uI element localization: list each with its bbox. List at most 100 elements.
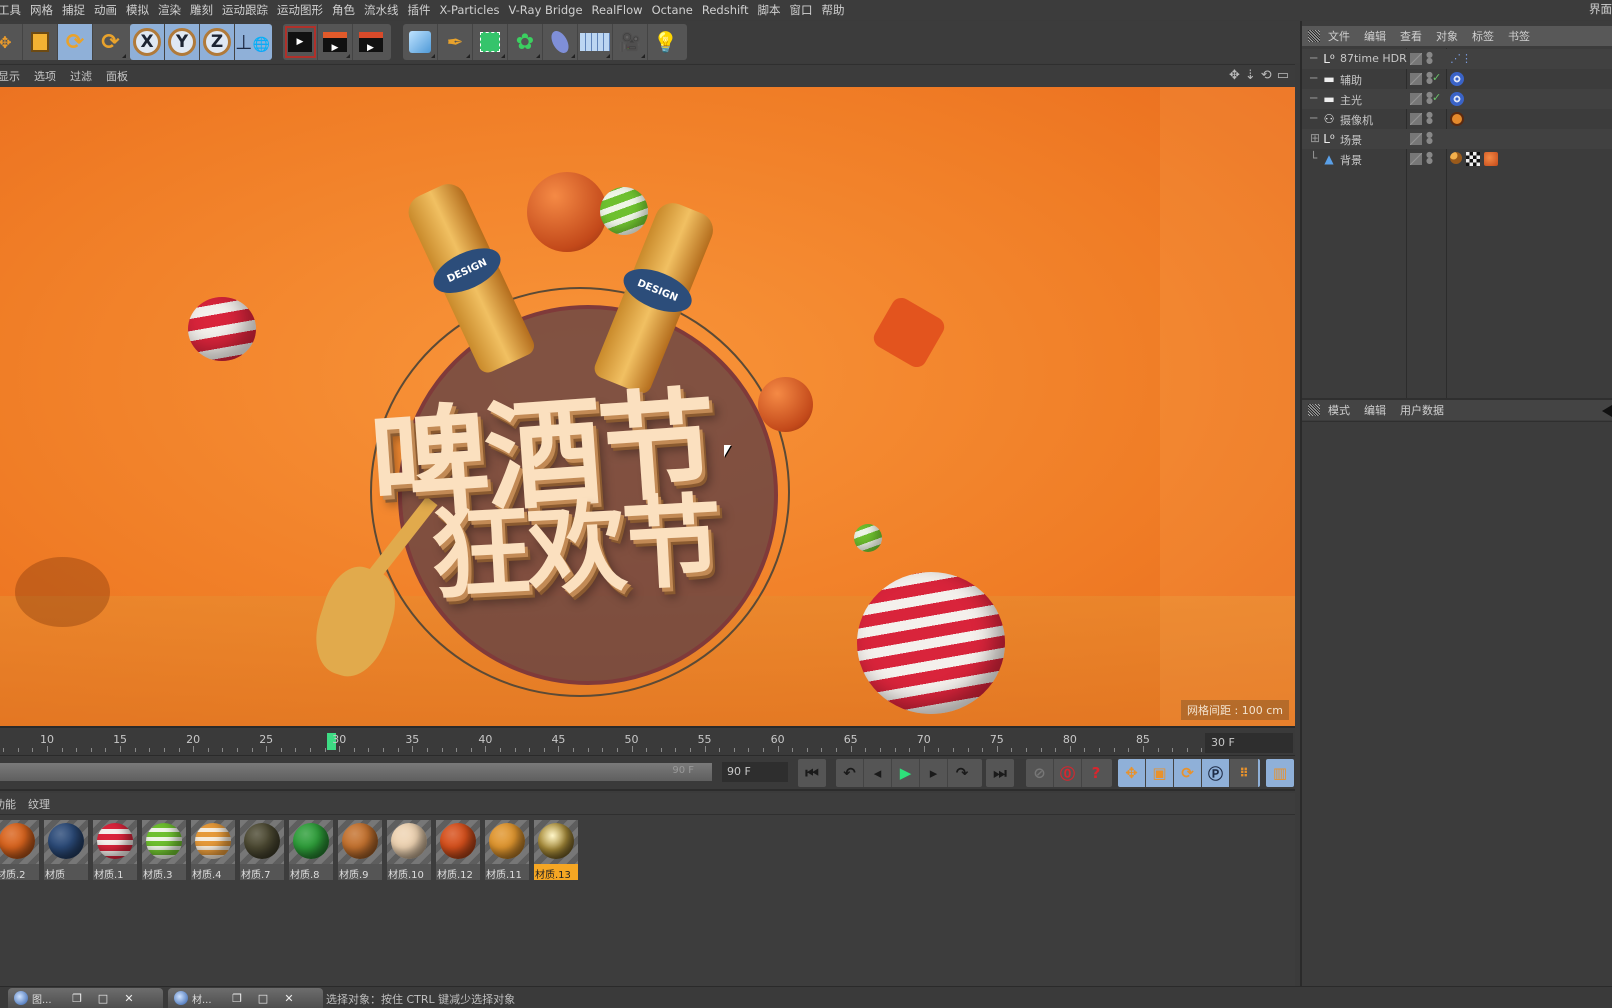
subdivision-button[interactable] bbox=[473, 24, 508, 60]
play-button[interactable]: ▶ bbox=[892, 759, 920, 787]
object-row[interactable]: ─ ▬ 主光 ● ● ✓ bbox=[1302, 89, 1612, 109]
object-name[interactable]: 摄像机 bbox=[1340, 112, 1373, 128]
enabled-check-icon[interactable]: ✓ bbox=[1432, 91, 1441, 104]
menu-pipeline[interactable]: 流水线 bbox=[364, 2, 408, 18]
timeline-ruler[interactable]: 1015202530354045505560657075808590 30 F bbox=[0, 730, 1295, 756]
object-name[interactable]: 辅助 bbox=[1340, 72, 1362, 88]
key-rotation-button[interactable]: ⟳ bbox=[1174, 759, 1202, 787]
enabled-check-icon[interactable]: ✓ bbox=[1432, 71, 1441, 84]
viewport-menu-panel[interactable]: 面板 bbox=[106, 68, 128, 84]
menu-sculpt[interactable]: 雕刻 bbox=[190, 2, 222, 18]
maximize-icon[interactable]: □ bbox=[90, 992, 116, 1005]
layout-label[interactable]: 界面 bbox=[1589, 1, 1612, 17]
material-swatch[interactable]: 材质.13 bbox=[534, 820, 578, 880]
om-menu-bookmarks[interactable]: 书签 bbox=[1508, 28, 1530, 44]
rotate-tool-button[interactable]: ⟳ bbox=[58, 24, 93, 60]
visibility-dots-icon[interactable]: ● ● bbox=[1426, 131, 1433, 145]
noproto-tag-icon[interactable] bbox=[1450, 112, 1464, 126]
maximize-view-icon[interactable]: ▭ bbox=[1277, 68, 1289, 83]
range-end-field[interactable]: 90 F bbox=[722, 762, 788, 782]
menu-realflow[interactable]: RealFlow bbox=[592, 3, 652, 17]
maximize-icon[interactable]: □ bbox=[250, 992, 276, 1005]
minimized-window-2[interactable]: 材... ❐ □ ✕ bbox=[168, 988, 323, 1008]
pen-button[interactable]: ✒ bbox=[438, 24, 473, 60]
layer-icon[interactable] bbox=[1410, 73, 1422, 85]
menu-simulate[interactable]: 模拟 bbox=[126, 2, 158, 18]
menu-animate[interactable]: 动画 bbox=[94, 2, 126, 18]
viewport-menu-options[interactable]: 选项 bbox=[34, 68, 56, 84]
menu-script[interactable]: 脚本 bbox=[758, 2, 790, 18]
world-coords-button[interactable]: ⊥🌐 bbox=[235, 24, 270, 60]
material-swatch[interactable]: 材质.4 bbox=[191, 820, 235, 880]
material-swatch[interactable]: 材质.8 bbox=[289, 820, 333, 880]
menu-help[interactable]: 帮助 bbox=[822, 2, 854, 18]
prev-key-button[interactable]: ↶ bbox=[836, 759, 864, 787]
close-icon[interactable]: ✕ bbox=[276, 992, 302, 1005]
cube-button[interactable] bbox=[403, 24, 438, 60]
minimized-window-1[interactable]: 图... ❐ □ ✕ bbox=[8, 988, 163, 1008]
object-name[interactable]: 87time HDR bbox=[1340, 52, 1407, 65]
object-name[interactable]: 场景 bbox=[1340, 132, 1362, 148]
menu-plugins[interactable]: 插件 bbox=[408, 2, 440, 18]
material-menu-texture[interactable]: 纹理 bbox=[28, 796, 50, 812]
panel-grip-icon[interactable] bbox=[1308, 30, 1320, 42]
menu-snap[interactable]: 捕捉 bbox=[62, 2, 94, 18]
y-axis-button[interactable]: Y bbox=[165, 24, 200, 60]
next-key-button[interactable]: ↷ bbox=[948, 759, 976, 787]
material-swatch[interactable]: 材质 bbox=[44, 820, 88, 880]
menu-window[interactable]: 窗口 bbox=[790, 2, 822, 18]
render-view-button[interactable]: ▶ bbox=[283, 24, 318, 60]
3d-viewport[interactable]: DESIGN DESIGN 啤酒节 狂欢节 网格间距 : 100 cm bbox=[0, 87, 1295, 728]
prev-frame-button[interactable]: ◂ bbox=[864, 759, 892, 787]
cloner-button[interactable]: ✿ bbox=[508, 24, 543, 60]
material-menu-function[interactable]: 功能 bbox=[0, 796, 16, 812]
rotate-alt-tool-button[interactable]: ⟳ bbox=[93, 24, 128, 60]
layer-icon[interactable] bbox=[1410, 133, 1422, 145]
menu-x-particles[interactable]: X-Particles bbox=[440, 3, 509, 17]
back-arrow-icon[interactable] bbox=[1602, 405, 1612, 417]
menu-octane[interactable]: Octane bbox=[652, 3, 702, 17]
material-swatch[interactable]: 材质.9 bbox=[338, 820, 382, 880]
visibility-dots-icon[interactable]: ● ● bbox=[1426, 111, 1433, 125]
xpresso-tag-icon[interactable]: ⋰⋮ bbox=[1450, 52, 1472, 66]
attr-menu-mode[interactable]: 模式 bbox=[1328, 402, 1350, 418]
layer-icon[interactable] bbox=[1410, 113, 1422, 125]
material-swatch[interactable]: 材质.2 bbox=[0, 820, 39, 880]
object-row[interactable]: ─ ⚇ 摄像机 ● ● bbox=[1302, 109, 1612, 129]
frame-range-slider[interactable]: 90 F bbox=[0, 763, 712, 781]
viewport-menu-filter[interactable]: 过滤 bbox=[70, 68, 92, 84]
object-row[interactable]: └ ▲ 背景 ● ● bbox=[1302, 149, 1612, 169]
z-axis-button[interactable]: Z bbox=[200, 24, 235, 60]
next-frame-button[interactable]: ▸ bbox=[920, 759, 948, 787]
menu-mograph[interactable]: 运动图形 bbox=[277, 2, 332, 18]
om-menu-tags[interactable]: 标签 bbox=[1472, 28, 1494, 44]
panel-grip-icon[interactable] bbox=[1308, 404, 1320, 416]
om-menu-edit[interactable]: 编辑 bbox=[1364, 28, 1386, 44]
move-tool-button[interactable]: ✥ bbox=[0, 24, 23, 60]
attr-menu-user-data[interactable]: 用户数据 bbox=[1400, 402, 1444, 418]
menu-mesh[interactable]: 网格 bbox=[30, 2, 62, 18]
viewport-menu-display[interactable]: 显示 bbox=[0, 68, 20, 84]
visibility-dots-icon[interactable]: ● ● bbox=[1426, 51, 1433, 65]
om-menu-objects[interactable]: 对象 bbox=[1436, 28, 1458, 44]
menu-render[interactable]: 渲染 bbox=[158, 2, 190, 18]
record-active-button[interactable]: ⊘ bbox=[1026, 759, 1054, 787]
go-to-end-button[interactable]: ⏭ bbox=[986, 759, 1014, 787]
object-row[interactable]: ─ L⁰ 87time HDR ● ● ⋰⋮ bbox=[1302, 49, 1612, 69]
render-settings-button[interactable]: ▶ bbox=[353, 24, 388, 60]
target-tag-icon[interactable] bbox=[1450, 72, 1464, 86]
visibility-dots-icon[interactable]: ● ● bbox=[1426, 91, 1433, 105]
menu-character[interactable]: 角色 bbox=[332, 2, 364, 18]
camera-button[interactable]: 🎥 bbox=[613, 24, 648, 60]
material-swatch[interactable]: 材质.10 bbox=[387, 820, 431, 880]
material-swatch[interactable]: 材质.1 bbox=[93, 820, 137, 880]
menu-motion-tracking[interactable]: 运动跟踪 bbox=[222, 2, 277, 18]
mat-tag-icon[interactable] bbox=[1484, 152, 1498, 166]
keyframe-selection-button[interactable]: ? bbox=[1082, 759, 1110, 787]
close-icon[interactable]: ✕ bbox=[116, 992, 142, 1005]
pan-icon[interactable]: ✥ bbox=[1229, 68, 1240, 83]
key-position-button[interactable]: ✥ bbox=[1118, 759, 1146, 787]
om-menu-file[interactable]: 文件 bbox=[1328, 28, 1350, 44]
key-scale-button[interactable]: ▣ bbox=[1146, 759, 1174, 787]
orbit-icon[interactable]: ⟲ bbox=[1261, 68, 1272, 83]
